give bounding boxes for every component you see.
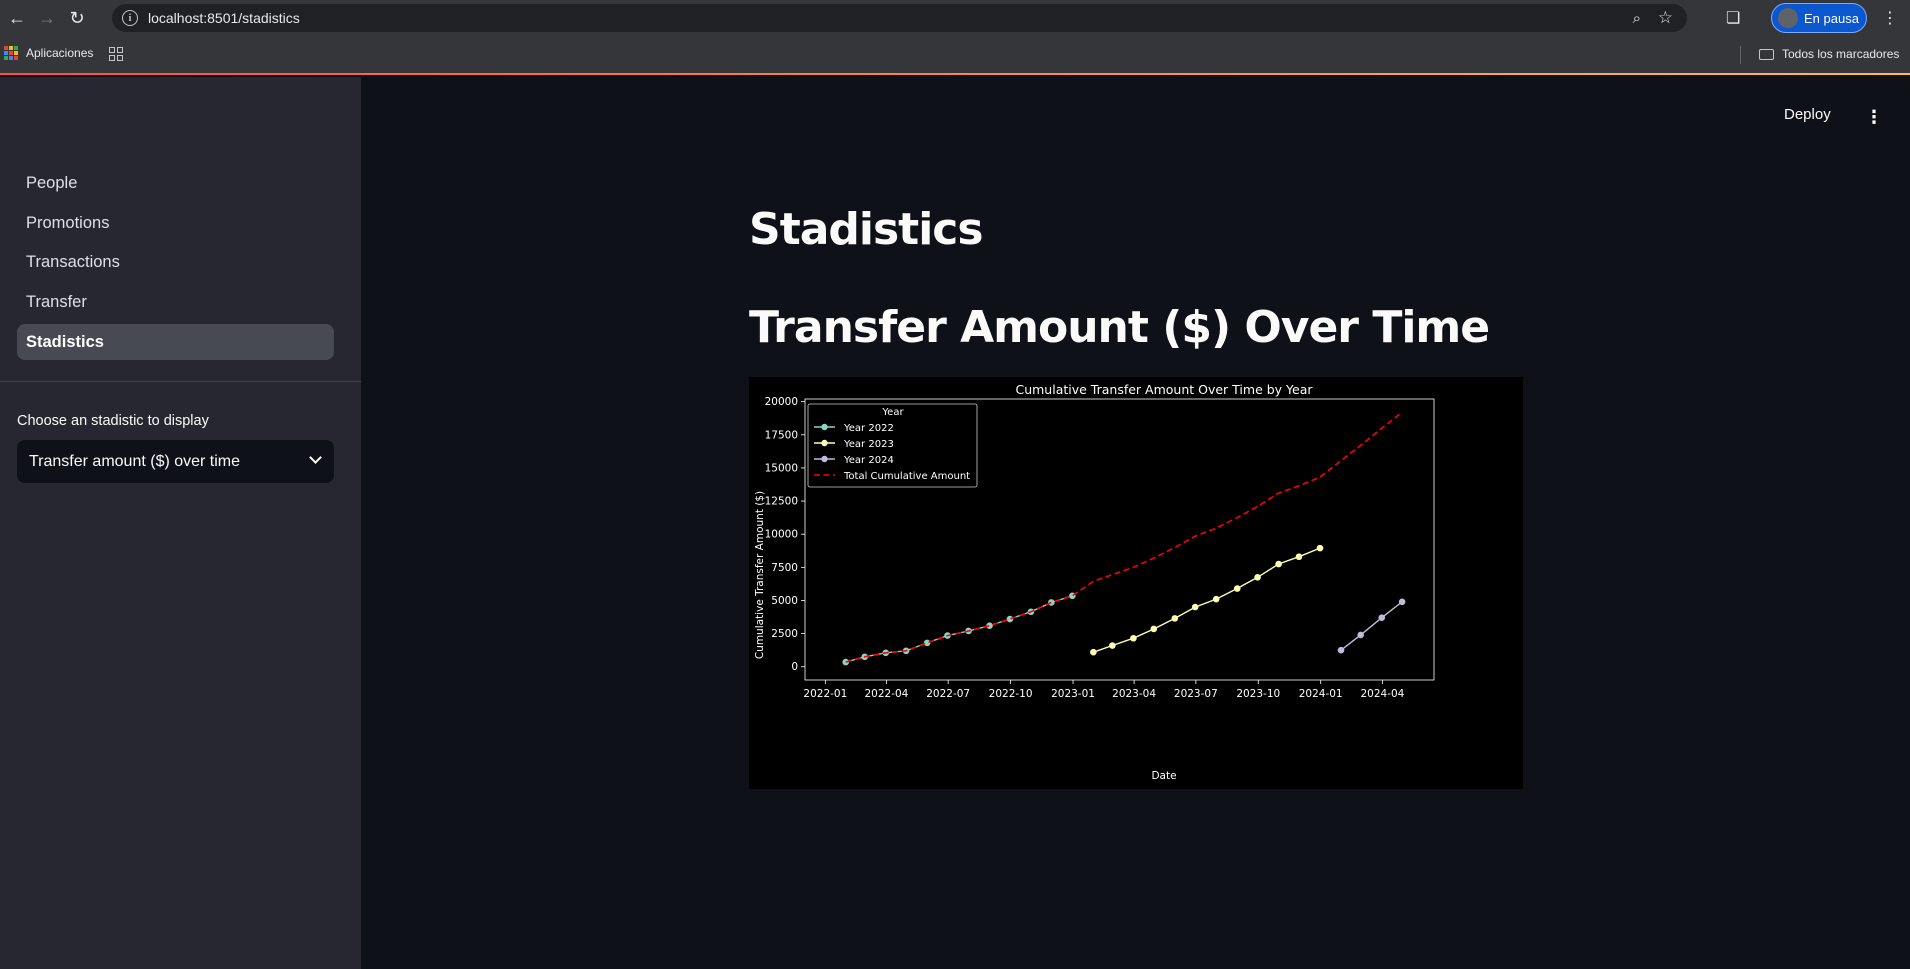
- browser-toolbar: ← → ↻ i localhost:8501/stadistics ⌕ ☆ ❏ …: [0, 0, 1910, 36]
- x-tick-label: 2023-01: [1051, 688, 1095, 700]
- data-point-year-2023: [1130, 634, 1137, 642]
- all-bookmarks-button[interactable]: Todos los marcadores: [1759, 47, 1899, 61]
- browser-menu-icon[interactable]: ⋮: [1882, 8, 1898, 28]
- sidebar-item-transactions[interactable]: Transactions: [17, 244, 334, 280]
- data-point-year-2024: [1357, 631, 1365, 639]
- x-tick-label: 2022-07: [926, 688, 970, 700]
- forward-arrow-icon[interactable]: →: [34, 5, 60, 31]
- main-menu-icon[interactable]: ⋮: [1865, 107, 1883, 128]
- data-point-year-2023: [1171, 615, 1179, 622]
- data-point-year-2023: [1090, 648, 1097, 656]
- select-value: Transfer amount ($) over time: [29, 452, 241, 470]
- y-tick-label: 10000: [765, 529, 798, 541]
- select-label: Choose an stadistic to display: [17, 413, 209, 429]
- data-point-year-2023: [1109, 642, 1116, 649]
- x-tick-label: 2022-04: [864, 688, 908, 700]
- back-arrow-icon[interactable]: ←: [4, 5, 30, 31]
- tab-groups-icon[interactable]: [109, 47, 123, 61]
- bookmark-star-icon[interactable]: ☆: [1658, 8, 1673, 28]
- y-tick-label: 17500: [765, 429, 798, 441]
- data-point-year-2024: [1337, 646, 1345, 654]
- y-tick-label: 20000: [765, 396, 798, 408]
- legend-marker: [821, 423, 828, 431]
- sidebar-item-label: Stadistics: [26, 332, 104, 351]
- data-point-year-2023: [1295, 553, 1303, 561]
- page-title: Stadistics: [749, 204, 984, 255]
- chevron-down-icon: [309, 451, 322, 464]
- legend-label: Year 2023: [843, 439, 894, 450]
- bookmark-apps-label: Aplicaciones: [26, 46, 94, 60]
- legend-marker: [821, 455, 828, 463]
- y-tick-label: 7500: [771, 562, 798, 574]
- chart-xlabel: Date: [1151, 770, 1176, 782]
- data-point-year-2024: [1398, 598, 1406, 606]
- bookmarks-divider: [1740, 46, 1741, 64]
- sidebar-item-label: Transfer: [26, 292, 87, 311]
- data-point-year-2024: [1378, 614, 1386, 622]
- x-tick-label: 2023-07: [1174, 688, 1218, 700]
- apps-grid-icon: [4, 46, 18, 60]
- series-line-year-2023: [1093, 547, 1321, 653]
- x-tick-label: 2024-01: [1299, 688, 1343, 700]
- deploy-button[interactable]: Deploy: [1784, 106, 1831, 123]
- sidebar-item-label: Promotions: [26, 213, 110, 232]
- x-tick-label: 2023-10: [1236, 688, 1280, 700]
- legend-label: Year 2022: [843, 423, 894, 434]
- url-text[interactable]: localhost:8501/stadistics: [148, 10, 300, 26]
- legend-title: Year: [881, 407, 904, 418]
- sidebar-item-label: People: [26, 173, 78, 192]
- series-line-year-2024: [1340, 601, 1403, 651]
- chart-legend: Year Year 2022 Year 2023 Year 2024 Total Cum…: [807, 403, 978, 488]
- series-line-year-2022: [845, 595, 1073, 663]
- data-point-year-2023: [1212, 595, 1220, 603]
- sidebar-item-label: Transactions: [26, 252, 120, 271]
- x-tick-label: 2023-04: [1112, 688, 1156, 700]
- profile-button[interactable]: En pausa: [1771, 3, 1867, 33]
- bookmarks-bar: Aplicaciones Todos los marcadores: [0, 36, 1910, 75]
- statistic-select[interactable]: Transfer amount ($) over time: [17, 440, 334, 483]
- data-point-year-2023: [1233, 585, 1241, 592]
- chart-ylabel: Cumulative Transfer Amount ($): [754, 491, 766, 659]
- y-tick-label: 2500: [771, 628, 798, 640]
- folder-icon: [1759, 48, 1774, 60]
- site-info-icon[interactable]: i: [122, 10, 138, 26]
- data-point-year-2023: [1275, 560, 1282, 568]
- x-tick-label: 2024-04: [1360, 688, 1404, 700]
- data-point-year-2023: [1316, 544, 1324, 552]
- legend-label: Year 2024: [843, 455, 894, 466]
- sidebar-item-transfer[interactable]: Transfer: [17, 284, 334, 320]
- address-bar[interactable]: i localhost:8501/stadistics ⌕ ☆: [112, 4, 1687, 32]
- data-point-year-2023: [1191, 603, 1199, 611]
- reload-icon[interactable]: ↻: [64, 5, 90, 31]
- sidebar-item-people[interactable]: People: [17, 165, 334, 201]
- y-tick-label: 0: [791, 661, 798, 673]
- zoom-icon[interactable]: ⌕: [1633, 10, 1641, 27]
- y-tick-label: 12500: [765, 496, 798, 508]
- bookmark-apps[interactable]: Aplicaciones: [4, 46, 93, 60]
- sidebar-divider: [0, 381, 361, 382]
- avatar: [1778, 8, 1798, 28]
- y-tick-label: 5000: [771, 595, 798, 607]
- sidebar-item-stadistics[interactable]: Stadistics: [17, 324, 334, 360]
- x-tick-label: 2022-10: [989, 688, 1033, 700]
- y-tick-label: 15000: [765, 462, 798, 474]
- chart-svg: Cumulative Transfer Amount Over Time by …: [754, 382, 1435, 782]
- legend-marker: [821, 439, 828, 447]
- section-heading: Transfer Amount ($) Over Time: [749, 302, 1490, 353]
- profile-label: En pausa: [1804, 10, 1859, 26]
- legend-label: Total Cumulative Amount: [843, 471, 970, 482]
- all-bookmarks-label: Todos los marcadores: [1782, 47, 1900, 61]
- chart-title: Cumulative Transfer Amount Over Time by …: [1015, 382, 1313, 397]
- data-point-year-2023: [1254, 573, 1261, 581]
- x-tick-label: 2022-01: [803, 688, 847, 700]
- extensions-icon[interactable]: ❏: [1726, 8, 1740, 28]
- chart-image: Cumulative Transfer Amount Over Time by …: [749, 377, 1523, 789]
- sidebar-item-promotions[interactable]: Promotions: [17, 205, 334, 241]
- sidebar: People Promotions Transactions Transfer …: [0, 77, 361, 969]
- data-point-year-2023: [1150, 625, 1158, 633]
